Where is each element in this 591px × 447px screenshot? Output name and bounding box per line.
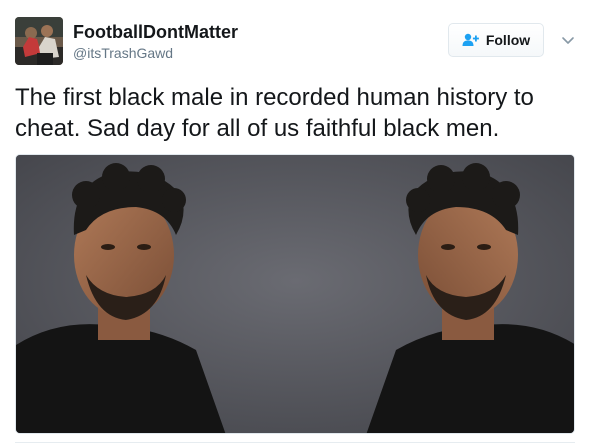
- tweet-text: The first black male in recorded human h…: [15, 84, 534, 142]
- media-image: [16, 155, 574, 433]
- tweet-card: FootballDontMatter @itsTrashGawd Follow …: [0, 0, 591, 447]
- follow-button[interactable]: Follow: [448, 23, 544, 57]
- author-handle[interactable]: @itsTrashGawd: [73, 45, 173, 61]
- tweet-media[interactable]: [15, 154, 575, 434]
- add-user-icon: [462, 33, 479, 46]
- avatar-image: [15, 17, 63, 65]
- author-display-name[interactable]: FootballDontMatter: [73, 22, 238, 43]
- follow-label: Follow: [485, 32, 531, 48]
- divider: [15, 442, 575, 443]
- chevron-down-icon[interactable]: [561, 33, 575, 44]
- avatar[interactable]: [15, 17, 63, 65]
